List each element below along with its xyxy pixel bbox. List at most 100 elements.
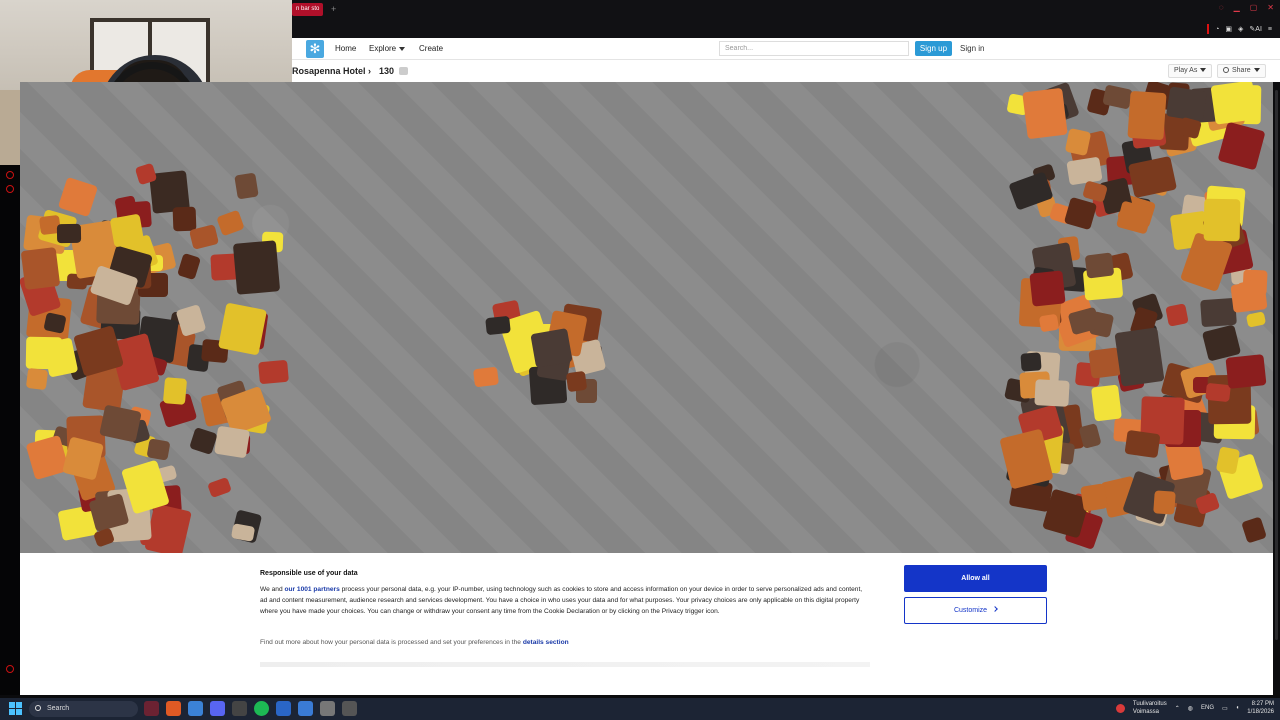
puzzle-piece[interactable] bbox=[1038, 313, 1060, 333]
weather-notice[interactable]: Tuulivaroitus Voimassa bbox=[1133, 700, 1167, 716]
weather-alert-icon[interactable] bbox=[1115, 703, 1125, 713]
puzzle-piece[interactable] bbox=[162, 377, 188, 405]
close-icon[interactable]: ✕ bbox=[1267, 3, 1274, 12]
puzzle-piece[interactable] bbox=[1205, 382, 1231, 403]
language-indicator[interactable]: ENG bbox=[1201, 705, 1214, 711]
app-icon-10[interactable] bbox=[342, 701, 357, 716]
puzzle-piece[interactable] bbox=[1241, 516, 1267, 544]
puzzle-piece[interactable] bbox=[172, 206, 197, 232]
app-icon-1[interactable] bbox=[144, 701, 159, 716]
scrollbar[interactable] bbox=[1275, 90, 1278, 640]
nav-home[interactable]: Home bbox=[335, 38, 356, 60]
puzzle-piece[interactable] bbox=[146, 438, 171, 461]
puzzle-piece[interactable] bbox=[25, 367, 49, 391]
puzzle-piece[interactable] bbox=[177, 252, 201, 281]
puzzle-piece[interactable] bbox=[232, 240, 281, 295]
new-tab-button[interactable]: + bbox=[331, 3, 336, 15]
allow-all-button[interactable]: Allow all bbox=[904, 565, 1047, 592]
discord-icon[interactable] bbox=[210, 701, 225, 716]
puzzle-piece[interactable] bbox=[1127, 90, 1167, 140]
left-piece-pile[interactable] bbox=[20, 162, 315, 553]
nav-explore[interactable]: Explore bbox=[369, 38, 406, 60]
files-icon[interactable] bbox=[298, 701, 313, 716]
puzzle-piece[interactable] bbox=[1210, 82, 1258, 125]
puzzle-piece[interactable] bbox=[1020, 352, 1042, 372]
puzzle-piece[interactable] bbox=[57, 176, 99, 217]
puzzle-piece[interactable] bbox=[1165, 86, 1208, 122]
settings-icon[interactable] bbox=[320, 701, 335, 716]
puzzle-piece[interactable] bbox=[214, 425, 250, 459]
volume-icon[interactable]: ◖ bbox=[1236, 705, 1240, 711]
signin-link[interactable]: Sign in bbox=[960, 38, 984, 60]
details-section-link[interactable]: details section bbox=[523, 639, 569, 646]
puzzle-piece[interactable] bbox=[99, 404, 142, 443]
puzzle-piece[interactable] bbox=[1200, 297, 1237, 328]
puzzle-piece[interactable] bbox=[472, 366, 500, 388]
assembled-piece-cluster[interactable] bbox=[468, 299, 608, 412]
chrome-icon[interactable] bbox=[188, 701, 203, 716]
tray-chevron-icon[interactable]: ⌃ bbox=[1175, 705, 1180, 712]
puzzle-piece[interactable] bbox=[485, 315, 511, 336]
nav-create[interactable]: Create bbox=[419, 38, 443, 60]
puzzle-piece[interactable] bbox=[216, 209, 245, 237]
maximize-icon[interactable]: ▢ bbox=[1250, 3, 1258, 12]
puzzle-piece[interactable] bbox=[1114, 327, 1165, 387]
puzzle-piece[interactable] bbox=[258, 359, 289, 384]
chat-icon[interactable]: ◔ bbox=[1215, 26, 1219, 33]
puzzle-piece[interactable] bbox=[207, 476, 232, 499]
puzzle-piece[interactable] bbox=[1203, 198, 1241, 242]
windows-start-icon[interactable] bbox=[9, 702, 22, 715]
browser-tab[interactable]: n bar sto bbox=[292, 3, 324, 16]
menu-icon[interactable]: ≡ bbox=[1268, 26, 1272, 33]
partners-link[interactable]: our 1001 partners bbox=[284, 586, 339, 593]
profile-icon[interactable]: ◌ bbox=[1219, 3, 1224, 12]
puzzle-piece[interactable] bbox=[1124, 429, 1161, 458]
puzzle-piece[interactable] bbox=[218, 302, 267, 356]
brave-icon[interactable] bbox=[166, 701, 181, 716]
puzzle-piece[interactable] bbox=[530, 328, 573, 368]
puzzle-piece[interactable] bbox=[1245, 311, 1267, 328]
puzzle-piece[interactable] bbox=[1091, 384, 1122, 422]
puzzle-piece[interactable] bbox=[109, 213, 145, 248]
puzzle-piece[interactable] bbox=[1201, 324, 1242, 362]
puzzle-piece[interactable] bbox=[1063, 196, 1098, 231]
clock[interactable]: 8:27 PM 1/18/2026 bbox=[1247, 700, 1274, 716]
spotify-icon[interactable] bbox=[254, 701, 269, 716]
puzzle-piece[interactable] bbox=[25, 336, 63, 370]
puzzle-piece[interactable] bbox=[230, 523, 256, 543]
site-logo-icon[interactable]: ✻ bbox=[306, 40, 324, 58]
puzzle-board[interactable] bbox=[20, 82, 1273, 553]
puzzle-piece[interactable] bbox=[1034, 379, 1070, 407]
ai-button[interactable]: ✎AI bbox=[1249, 25, 1262, 33]
app-icon-7[interactable] bbox=[276, 701, 291, 716]
sidebar-icon-2[interactable] bbox=[6, 185, 14, 193]
wallet-icon[interactable]: ◈ bbox=[1238, 25, 1243, 33]
microphone-icon[interactable]: ◍ bbox=[1188, 705, 1193, 712]
share-button[interactable]: Share bbox=[1217, 64, 1266, 78]
right-piece-pile[interactable] bbox=[999, 82, 1273, 552]
search-input[interactable] bbox=[719, 41, 909, 56]
puzzle-piece[interactable] bbox=[56, 223, 82, 244]
puzzle-piece[interactable] bbox=[565, 370, 588, 392]
puzzle-piece[interactable] bbox=[234, 172, 259, 200]
signup-button[interactable]: Sign up bbox=[915, 41, 952, 56]
puzzle-piece[interactable] bbox=[1029, 270, 1066, 307]
minimize-icon[interactable]: ▁ bbox=[1234, 3, 1240, 12]
taskbar-search[interactable]: Search bbox=[29, 701, 138, 717]
puzzle-piece[interactable] bbox=[1165, 303, 1189, 327]
puzzle-piece[interactable] bbox=[1225, 354, 1267, 390]
puzzle-piece[interactable] bbox=[43, 312, 67, 334]
puzzle-piece[interactable] bbox=[1153, 490, 1176, 515]
puzzle-piece[interactable] bbox=[20, 247, 61, 291]
puzzle-piece[interactable] bbox=[1084, 252, 1115, 279]
app-icon-5[interactable] bbox=[232, 701, 247, 716]
puzzle-piece[interactable] bbox=[1080, 483, 1108, 512]
puzzle-piece[interactable] bbox=[1066, 156, 1103, 186]
play-as-button[interactable]: Play As bbox=[1168, 64, 1213, 78]
sidebar-settings-icon[interactable] bbox=[6, 665, 14, 673]
customize-button[interactable]: Customize bbox=[904, 597, 1047, 624]
lock-icon[interactable]: ▣ bbox=[1225, 25, 1232, 33]
sidebar-icon-1[interactable] bbox=[6, 171, 14, 179]
puzzle-piece[interactable] bbox=[1127, 155, 1178, 199]
network-icon[interactable]: ▭ bbox=[1222, 705, 1228, 712]
